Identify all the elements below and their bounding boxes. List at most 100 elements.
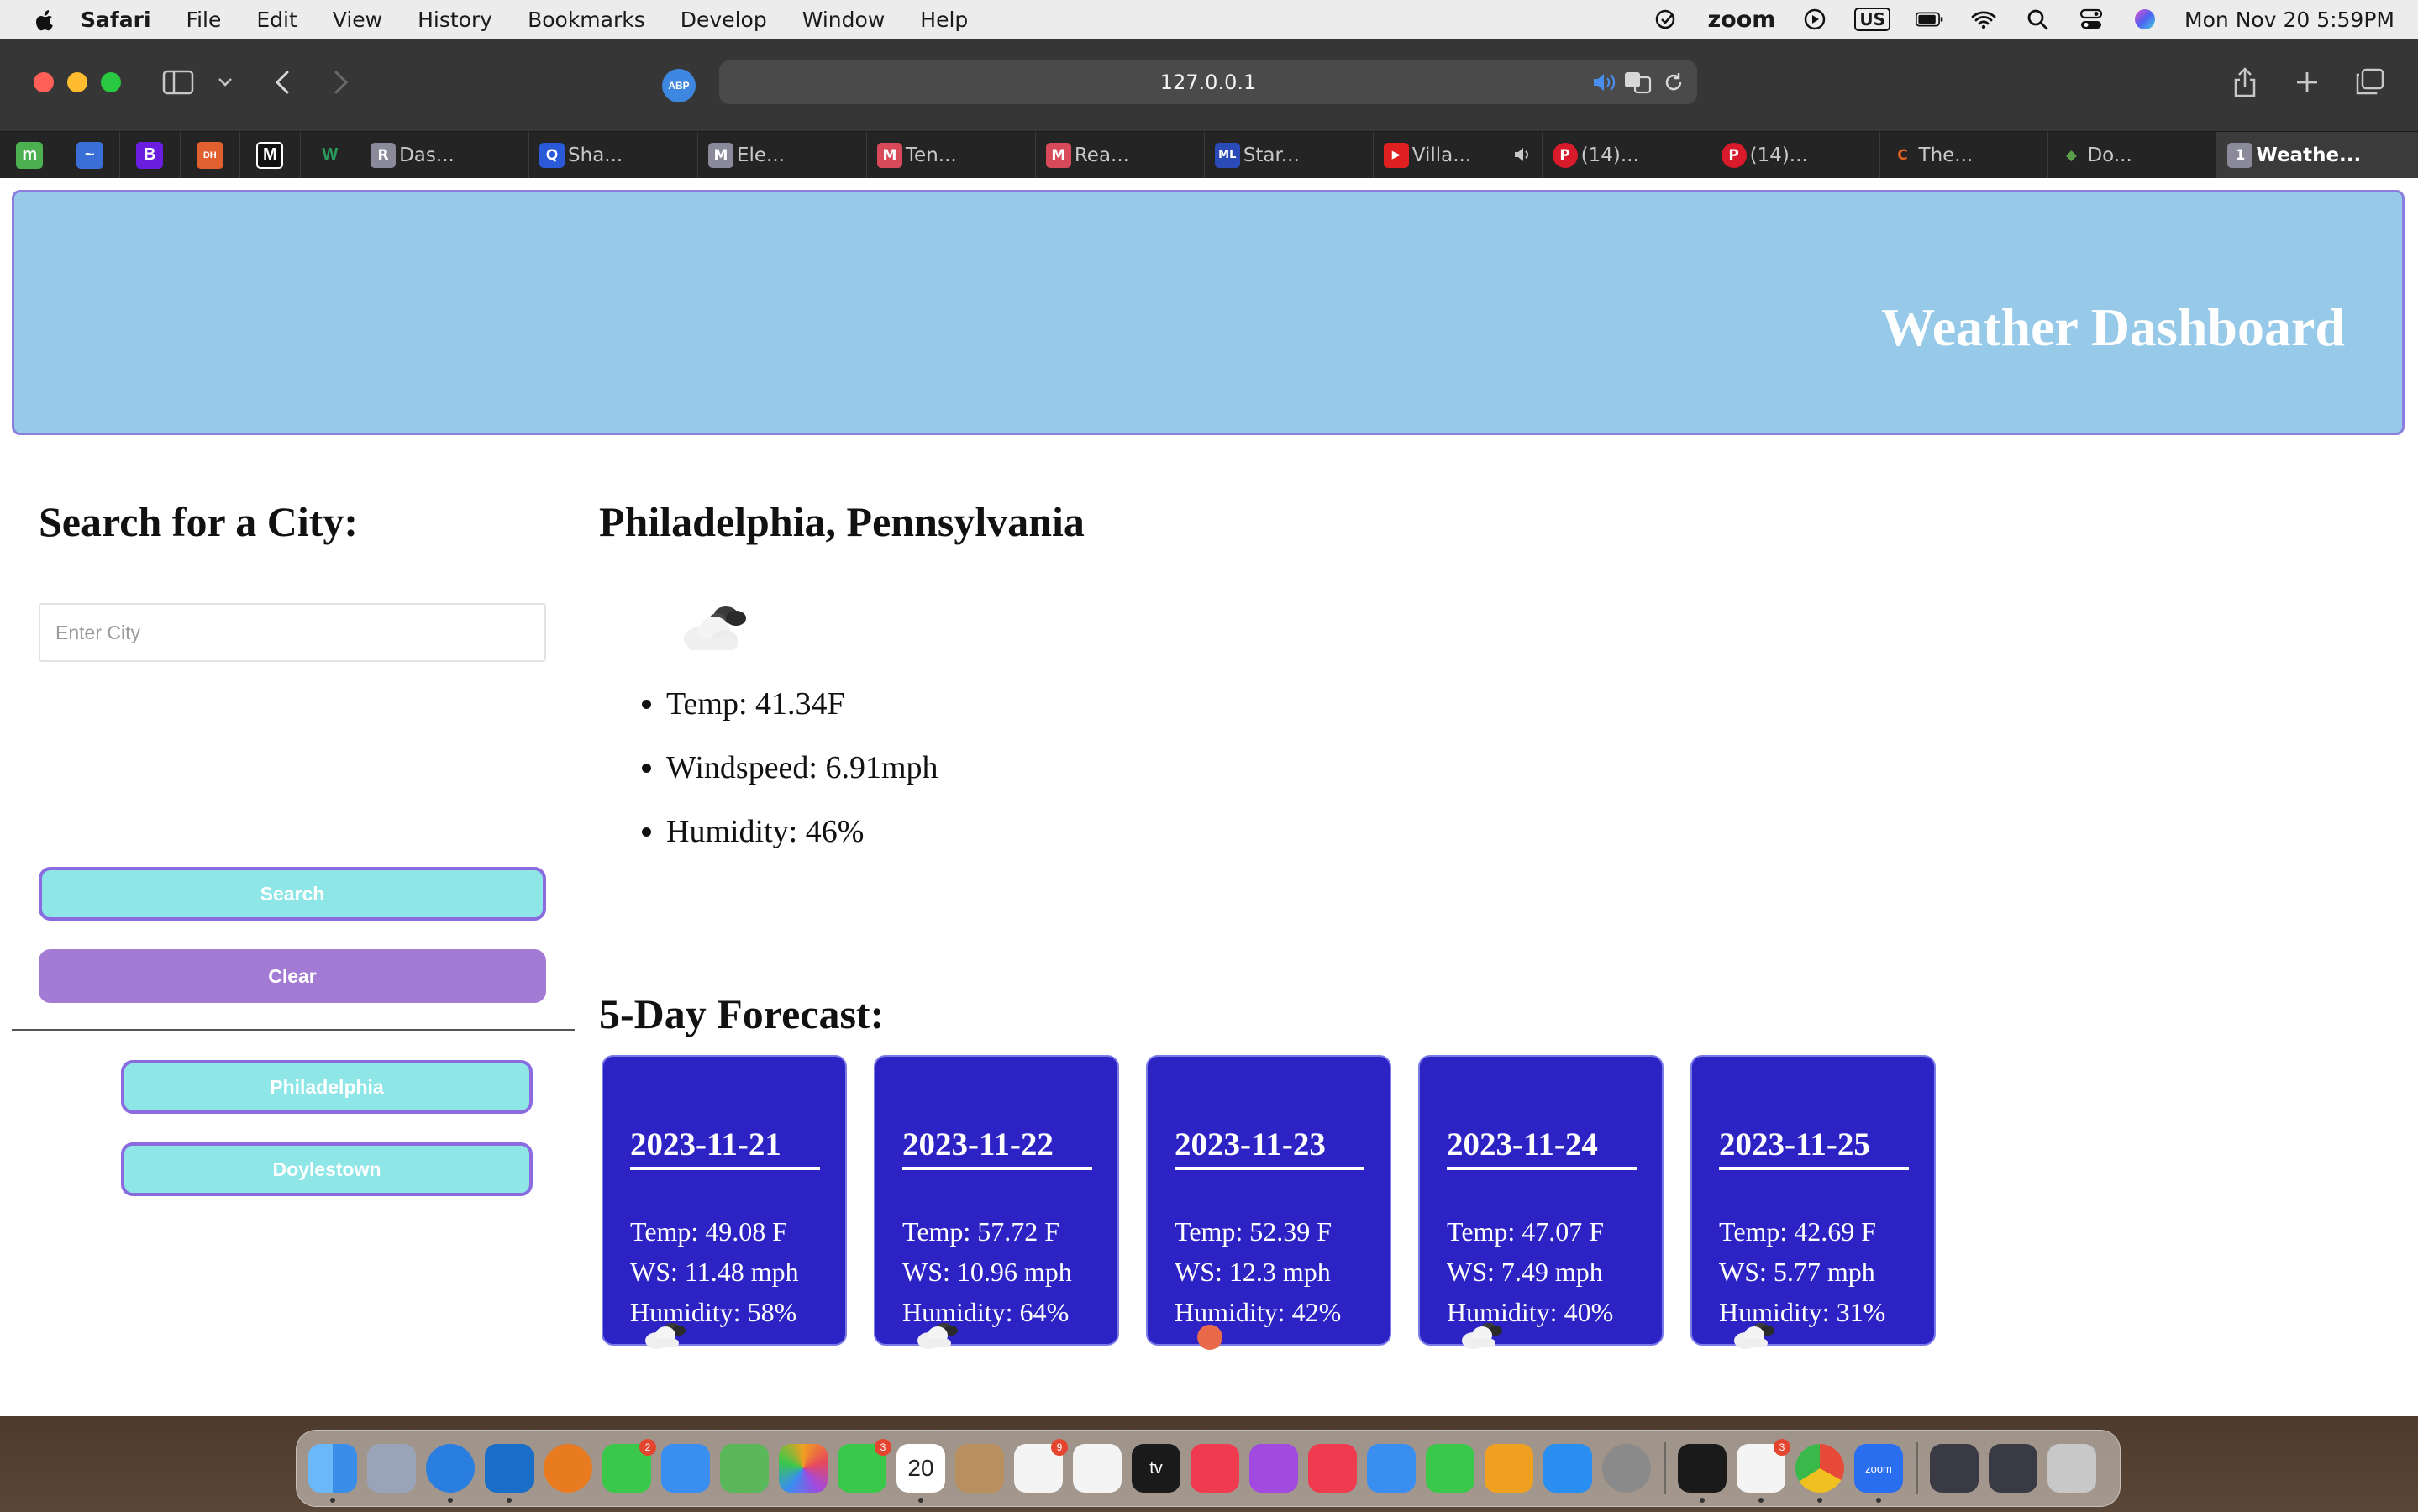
menu-history[interactable]: History (418, 8, 492, 32)
forecast-date: 2023-11-25 (1719, 1126, 1909, 1170)
reload-icon[interactable] (1662, 71, 1685, 99)
pinned-tab[interactable]: M (240, 131, 301, 179)
forward-arrow-icon[interactable] (323, 64, 360, 101)
spotlight-search-icon[interactable] (2023, 8, 2052, 31)
focus-status-icon[interactable] (1653, 8, 1682, 31)
translate-icon[interactable] (1623, 71, 1653, 99)
blender-app-icon[interactable] (544, 1444, 592, 1493)
launchpad-app-icon[interactable] (367, 1444, 416, 1493)
menu-window[interactable]: Window (802, 8, 886, 32)
forecast-card: 2023-11-25 Temp: 42.69 F WS: 5.77 mph Hu… (1690, 1055, 1936, 1349)
tab-title: Das... (399, 144, 455, 166)
tab-overview-icon[interactable] (2351, 64, 2388, 101)
browser-tab[interactable]: R Das... (360, 131, 530, 179)
browser-tab[interactable]: M Rea... (1036, 131, 1205, 179)
photos-app-icon[interactable] (779, 1444, 828, 1493)
menu-clock[interactable]: Mon Nov 20 5:59PM (2184, 8, 2394, 32)
menu-develop[interactable]: Develop (681, 8, 767, 32)
sidebar-toggle-icon[interactable] (160, 64, 197, 101)
browser-tab[interactable]: ▶ Villa... (1374, 131, 1543, 179)
minimized-window-thumbnail[interactable] (1930, 1444, 1979, 1493)
facetime-app-icon[interactable]: 3 (838, 1439, 891, 1493)
pinned-tab[interactable]: W (301, 131, 361, 179)
history-city-button[interactable]: Doylestown (121, 1142, 533, 1196)
tab-title: Ten... (905, 144, 957, 166)
control-center-icon[interactable] (2077, 8, 2105, 31)
apple-icon[interactable] (32, 7, 57, 32)
menu-file[interactable]: File (187, 8, 222, 32)
menu-edit[interactable]: Edit (256, 8, 297, 32)
close-window-button[interactable] (34, 72, 54, 92)
city-search-input[interactable] (39, 603, 546, 662)
zoom-menu-label[interactable]: zoom (1707, 7, 1775, 33)
browser-tab[interactable]: ◆ Do... (2048, 131, 2218, 179)
share-icon[interactable] (2226, 64, 2263, 101)
notification-badge: 3 (1774, 1439, 1790, 1456)
vscode-app-icon[interactable] (485, 1444, 534, 1503)
finder-app-icon[interactable] (308, 1444, 357, 1503)
back-arrow-icon[interactable] (264, 64, 301, 101)
browser-tab[interactable]: P (14)... (1711, 131, 1880, 179)
search-button[interactable]: Search (39, 867, 546, 921)
music-app-icon[interactable] (1191, 1444, 1239, 1493)
tab-audio-icon[interactable] (1513, 145, 1533, 169)
safari-app-icon[interactable] (426, 1444, 475, 1503)
menu-help[interactable]: Help (920, 8, 968, 32)
numbers-app-icon[interactable] (1426, 1444, 1474, 1493)
tab-title: Weathe... (2256, 144, 2362, 166)
menu-bookmarks[interactable]: Bookmarks (528, 8, 645, 32)
history-city-button[interactable]: Philadelphia (121, 1060, 533, 1114)
minimize-window-button[interactable] (67, 72, 87, 92)
slack-app-icon[interactable]: 3 (1737, 1439, 1790, 1503)
system-settings-app-icon[interactable] (1602, 1444, 1651, 1493)
menu-app-name[interactable]: Safari (81, 8, 151, 32)
pinned-tab[interactable]: ~ (60, 131, 121, 179)
address-bar[interactable]: 127.0.0.1 (719, 60, 1697, 104)
pinned-tab[interactable]: B (120, 131, 181, 179)
maps-app-icon[interactable] (720, 1444, 769, 1493)
zoom-window-button[interactable] (101, 72, 121, 92)
news-app-icon[interactable] (1308, 1444, 1357, 1493)
battery-icon[interactable] (1916, 8, 1944, 31)
calendar-app-icon[interactable]: 20 (896, 1444, 945, 1503)
new-tab-icon[interactable] (2289, 64, 2326, 101)
browser-tab[interactable]: M Ten... (867, 131, 1036, 179)
app-store-app-icon[interactable] (1543, 1444, 1592, 1493)
pinned-tab[interactable]: DH (181, 131, 241, 179)
play-icon[interactable] (1800, 8, 1829, 31)
keynote-app-icon[interactable] (1367, 1444, 1416, 1493)
trash-icon[interactable] (2047, 1444, 2096, 1493)
podcasts-app-icon[interactable] (1249, 1444, 1298, 1493)
browser-toolbar: ABP 127.0.0.1 (0, 39, 2418, 131)
reminders-app-icon[interactable]: 9 (1014, 1439, 1068, 1493)
pages-app-icon[interactable] (1485, 1444, 1533, 1493)
pinned-tab[interactable]: m (0, 131, 60, 179)
pinned-tab-favicon: B (136, 141, 164, 169)
zoom-app-icon[interactable]: zoom (1854, 1444, 1903, 1503)
siri-icon[interactable] (2131, 8, 2159, 31)
mail-app-icon[interactable] (661, 1444, 710, 1493)
menu-view[interactable]: View (333, 8, 382, 32)
tv-app-icon[interactable]: tv (1132, 1444, 1180, 1493)
chevron-down-icon[interactable] (207, 64, 244, 101)
browser-tab[interactable]: Q Sha... (529, 131, 698, 179)
contacts-app-icon[interactable] (955, 1444, 1004, 1493)
clear-sun-icon (1197, 1325, 1222, 1350)
browser-tab[interactable]: C The... (1880, 131, 2049, 179)
browser-tab[interactable]: ML Star... (1205, 131, 1374, 179)
tab-title: Villa... (1411, 144, 1472, 166)
browser-tab-active[interactable]: 1 Weathe... (2217, 131, 2418, 179)
minimized-window-thumbnail[interactable] (1989, 1444, 2037, 1493)
input-source-indicator[interactable]: US (1854, 8, 1891, 31)
adblock-icon[interactable]: ABP (662, 69, 696, 102)
browser-tab[interactable]: P (14)... (1543, 131, 1711, 179)
wifi-icon[interactable] (1969, 8, 1998, 31)
chrome-app-icon[interactable] (1795, 1444, 1844, 1503)
freeform-app-icon[interactable] (1073, 1444, 1122, 1493)
running-indicator (1758, 1498, 1764, 1503)
terminal-app-icon[interactable] (1678, 1444, 1727, 1503)
browser-tab[interactable]: M Ele... (698, 131, 867, 179)
clear-button[interactable]: Clear (39, 949, 546, 1003)
messages-app-icon[interactable]: 2 (602, 1439, 656, 1493)
speaker-icon[interactable] (1591, 71, 1616, 99)
